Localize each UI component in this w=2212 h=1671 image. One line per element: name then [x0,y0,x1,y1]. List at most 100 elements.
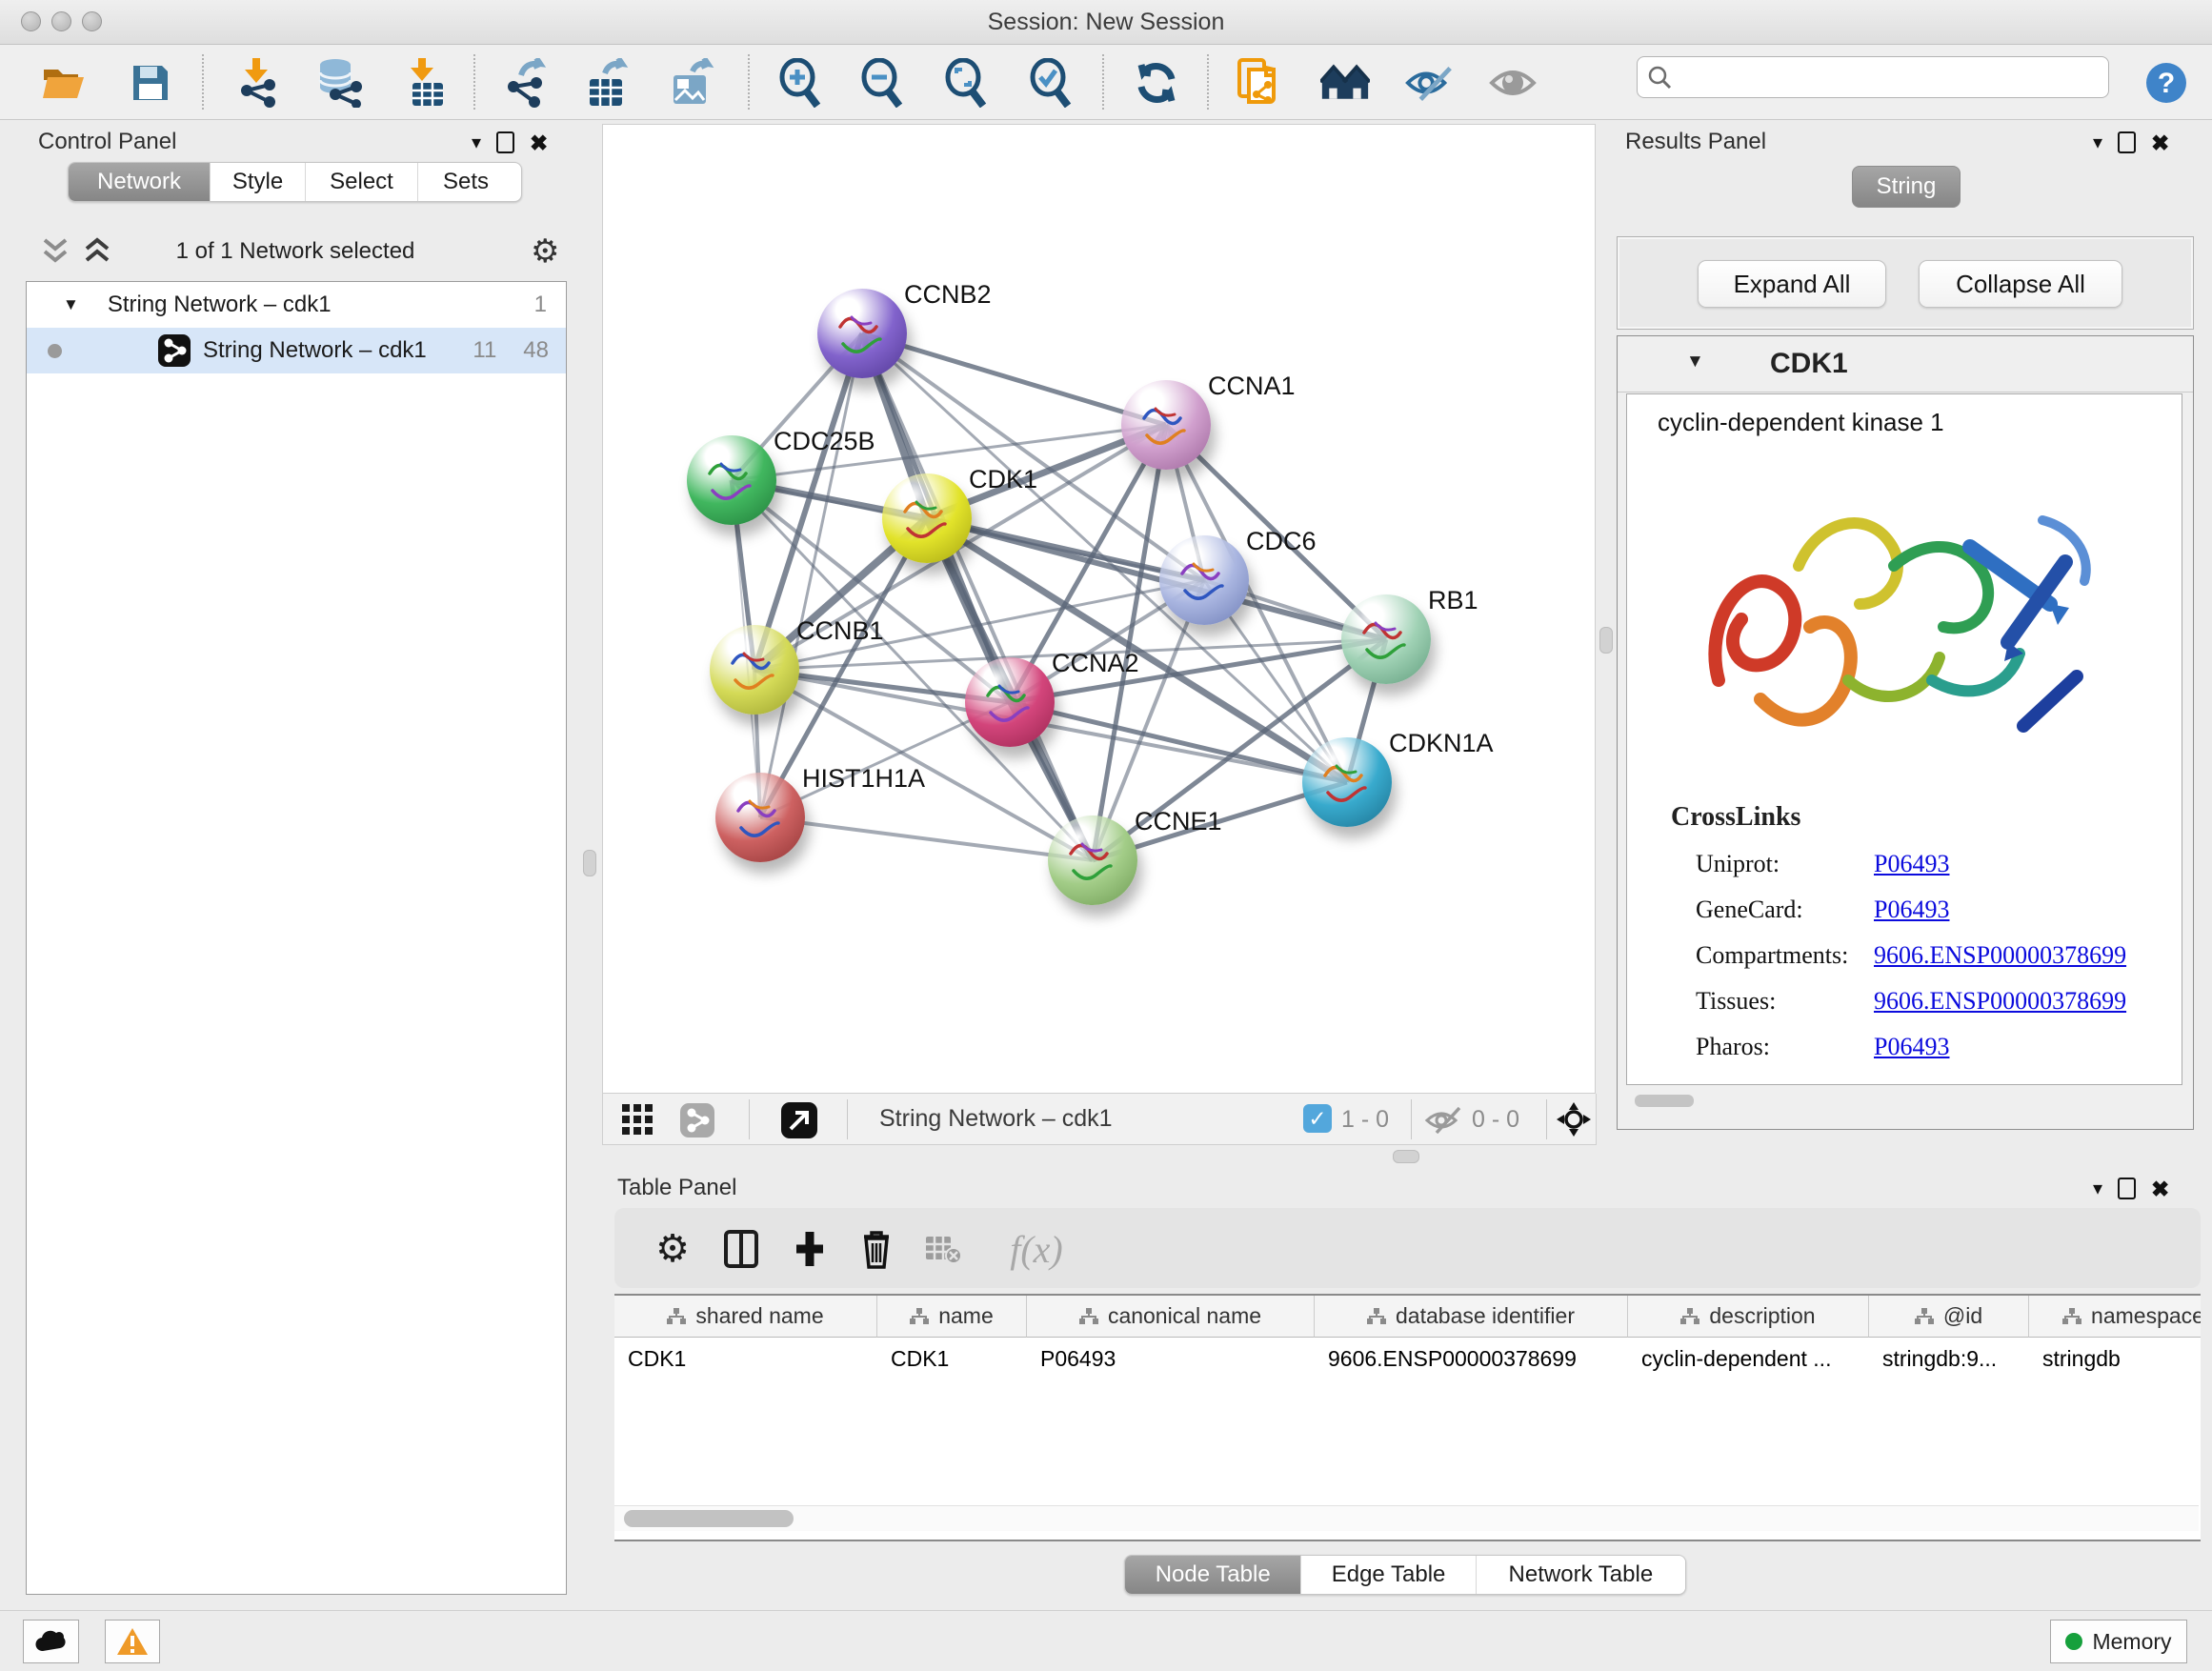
collection-expander-icon[interactable]: ▼ [63,295,79,314]
toggle-bird-view-button[interactable] [1488,58,1538,108]
hidden-eye-slash-icon[interactable] [1424,1106,1462,1135]
table-cell[interactable]: CDK1 [614,1339,877,1379]
column-header-name[interactable]: name [877,1296,1027,1338]
current-network-name: String Network – cdk1 [879,1105,1113,1133]
tab-sets[interactable]: Sets [417,163,513,201]
scrollbar-thumb[interactable] [624,1510,794,1527]
table-cell[interactable]: CDK1 [877,1339,1027,1379]
add-column-icon[interactable] [788,1227,832,1271]
show-columns-icon[interactable] [719,1227,763,1271]
tab-network[interactable]: Network [69,163,210,201]
column-header--id[interactable]: @id [1869,1296,2029,1338]
help-button[interactable]: ? [2142,58,2191,108]
cloud-status-button[interactable] [23,1620,79,1663]
network-node-cdc25b[interactable] [687,435,776,525]
entry-expander-icon[interactable]: ▼ [1686,352,1704,372]
right-splitter-handle[interactable] [1599,627,1613,654]
export-image-button[interactable] [667,58,716,108]
tab-string[interactable]: String [1852,166,1961,208]
protein-thumbnail-icon [1341,594,1431,684]
column-header-database-identifier[interactable]: database identifier [1315,1296,1628,1338]
function-builder-icon[interactable]: f(x) [994,1227,1079,1271]
zoom-selected-button[interactable] [1026,58,1076,108]
table-cell[interactable]: cyclin-dependent ... [1628,1339,1869,1379]
column-header-canonical-name[interactable]: canonical name [1027,1296,1315,1338]
tab-edge-table[interactable]: Edge Table [1300,1556,1475,1594]
network-share-icon[interactable] [679,1102,715,1138]
save-session-button[interactable] [126,58,175,108]
network-node-ccnb1[interactable] [710,625,799,715]
panel-float-button[interactable] [2118,1178,2136,1199]
entry-header[interactable]: ▼ CDK1 [1618,336,2193,393]
crosslink-link[interactable]: 9606.ENSP00000378699 [1874,987,2126,1016]
panel-menu-button[interactable]: ▾ [2093,133,2102,152]
open-session-button[interactable] [39,58,89,108]
column-header-namespace[interactable]: namespace [2029,1296,2201,1338]
show-home-button[interactable] [1320,58,1370,108]
warnings-button[interactable] [105,1620,160,1663]
table-cell[interactable]: stringdb [2029,1339,2201,1379]
selected-count-checkbox-icon[interactable]: ✓ [1303,1104,1332,1133]
results-horizontal-scrollbar[interactable] [1635,1095,1694,1107]
panel-menu-button[interactable]: ▾ [2093,1179,2102,1198]
tab-network-table[interactable]: Network Table [1476,1556,1685,1594]
import-table-file-button[interactable] [401,58,451,108]
table-cell[interactable]: 9606.ENSP00000378699 [1315,1339,1628,1379]
zoom-fit-content-button[interactable] [941,58,991,108]
network-row[interactable]: String Network – cdk1 11 48 [27,328,566,373]
export-network-button[interactable] [500,58,550,108]
results-actions-box: Expand All Collapse All [1617,236,2194,330]
expand-all-button[interactable]: Expand All [1698,260,1886,308]
panel-close-button[interactable]: ✖ [2151,1179,2169,1198]
tab-node-table[interactable]: Node Table [1125,1556,1300,1594]
zoom-in-button[interactable] [775,58,825,108]
network-node-ccna2[interactable] [965,657,1055,747]
table-cell[interactable]: stringdb:9... [1869,1339,2029,1379]
network-collection-row[interactable]: ▼ String Network – cdk1 1 [27,282,566,328]
network-options-gear-icon[interactable]: ⚙ [531,232,559,271]
network-node-ccna1[interactable] [1121,380,1211,470]
column-header-description[interactable]: description [1628,1296,1869,1338]
import-network-file-button[interactable] [233,58,283,108]
crosslink-link[interactable]: 9606.ENSP00000378699 [1874,941,2126,970]
export-table-button[interactable] [582,58,632,108]
panel-close-button[interactable]: ✖ [530,133,548,152]
refresh-view-button[interactable] [1132,58,1181,108]
crosslink-link[interactable]: P06493 [1874,896,1949,924]
delete-table-icon[interactable] [921,1227,965,1271]
collapse-all-button[interactable]: Collapse All [1919,260,2122,308]
panel-menu-button[interactable]: ▾ [472,133,481,152]
network-node-hist1h1a[interactable] [715,773,805,862]
crosshair-icon[interactable] [1556,1101,1592,1137]
memory-button[interactable]: Memory [2050,1620,2187,1663]
copy-network-button[interactable] [1235,58,1284,108]
table-cell[interactable]: P06493 [1027,1339,1315,1379]
network-node-cdk1[interactable] [882,473,972,563]
open-folder-icon [42,64,86,102]
network-node-ccnb2[interactable] [817,289,907,378]
search-input[interactable] [1672,63,2076,91]
network-node-ccne1[interactable] [1048,815,1137,905]
delete-column-trash-icon[interactable] [855,1227,898,1271]
left-splitter-handle[interactable] [583,850,596,876]
panel-close-button[interactable]: ✖ [2151,133,2169,152]
panel-float-button[interactable] [2118,131,2136,153]
import-network-database-button[interactable] [313,58,363,108]
network-node-cdc6[interactable] [1159,535,1249,625]
tab-style[interactable]: Style [210,163,305,201]
show-hide-graphics-details-button[interactable] [1404,58,1454,108]
open-window-icon[interactable] [780,1101,818,1139]
tab-select[interactable]: Select [305,163,417,201]
panel-float-button[interactable] [496,131,514,153]
network-node-cdkn1a[interactable] [1302,737,1392,827]
network-canvas[interactable]: CCNB2CCNA1CDC25BCDK1CDC6RB1CCNB1CCNA2CDK… [602,124,1596,1094]
table-options-gear-icon[interactable]: ⚙ [651,1227,694,1271]
table-horizontal-scrollbar[interactable] [614,1505,2199,1531]
crosslink-link[interactable]: P06493 [1874,1033,1949,1061]
column-header-shared-name[interactable]: shared name [614,1296,877,1338]
grid-view-icon[interactable] [622,1104,654,1137]
network-node-rb1[interactable] [1341,594,1431,684]
bottom-splitter-handle[interactable] [1393,1150,1419,1163]
zoom-out-button[interactable] [857,58,907,108]
crosslink-link[interactable]: P06493 [1874,850,1949,878]
